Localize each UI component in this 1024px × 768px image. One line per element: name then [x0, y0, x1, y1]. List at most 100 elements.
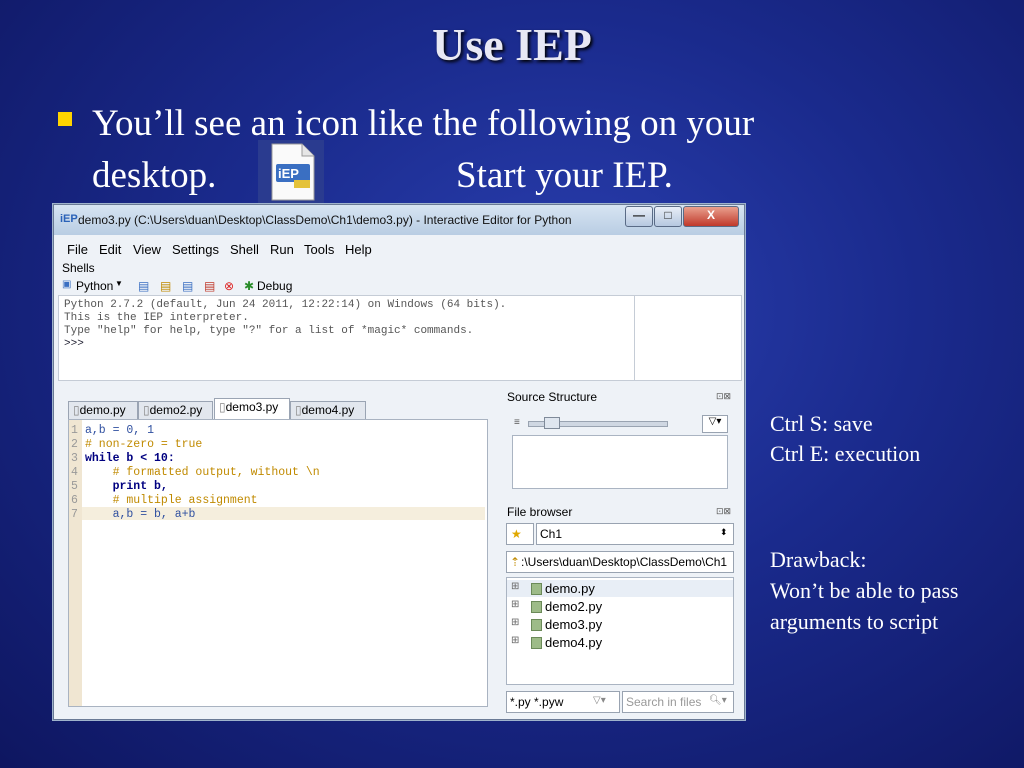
- menu-edit[interactable]: Edit: [99, 242, 121, 257]
- expand-icon[interactable]: ⊞: [511, 617, 519, 628]
- file-icon: ▯: [295, 403, 302, 417]
- restart-icon[interactable]: ▤: [182, 279, 193, 293]
- python-file-icon: [531, 619, 542, 631]
- file-list: ⊞ demo.py ⊞ demo2.py ⊞ demo3.py ⊞ demo4.py: [506, 577, 734, 685]
- line-number: 1: [71, 424, 78, 437]
- code-text: print b,: [85, 480, 168, 493]
- list-icon: ≡: [514, 417, 520, 428]
- code-text: # formatted output, without \n: [85, 466, 320, 479]
- stop-icon[interactable]: ▤: [204, 279, 215, 293]
- tab-label: demo.py: [79, 403, 126, 417]
- debug-button[interactable]: Debug: [257, 279, 292, 293]
- terminate-icon[interactable]: ⊗: [224, 279, 234, 293]
- window-titlebar[interactable]: iEP demo3.py (C:\Users\duan\Desktop\Clas…: [54, 205, 744, 235]
- menu-view[interactable]: View: [133, 242, 161, 257]
- maximize-button[interactable]: □: [654, 206, 682, 227]
- source-structure-title: Source Structure: [507, 390, 598, 404]
- folder-up-icon[interactable]: ⇡: [510, 555, 520, 569]
- star-project-button[interactable]: ★: [506, 523, 534, 545]
- search-icon: 🔍︎▾: [709, 695, 727, 706]
- note-drawback-heading: Drawback:: [770, 547, 867, 572]
- minimize-icon: —: [633, 208, 645, 222]
- code-text: while b < 10:: [85, 452, 175, 465]
- shells-label: Shells: [62, 261, 95, 275]
- shell-toolbar: ▣ Python ▼ ▤ ▤ ▤ ▤ ⊗ ✱ Debug: [58, 277, 740, 296]
- filter-value: *.py *.pyw: [510, 695, 564, 709]
- file-item-demo[interactable]: ⊞ demo.py: [507, 580, 733, 597]
- bullet-text-line1: You’ll see an icon like the following on…: [92, 103, 755, 144]
- note-ctrl-s: Ctrl S: save: [770, 411, 873, 436]
- menu-shell[interactable]: Shell: [230, 242, 259, 257]
- svg-text:iEP: iEP: [278, 166, 299, 181]
- tab-label: demo2.py: [149, 403, 203, 417]
- menu-settings[interactable]: Settings: [172, 242, 219, 257]
- menu-file[interactable]: File: [67, 242, 88, 257]
- file-name: demo3.py: [545, 617, 603, 632]
- iep-desktop-icon: iEP: [258, 140, 324, 204]
- line-number: 7: [71, 508, 78, 521]
- panel-controls-icon[interactable]: ⊡⊠: [716, 506, 731, 517]
- line-number: 6: [71, 494, 78, 507]
- app-icon: iEP: [60, 213, 78, 225]
- project-select[interactable]: Ch1 ⬍: [536, 523, 734, 545]
- file-item-demo2[interactable]: ⊞ demo2.py: [507, 598, 733, 615]
- tab-label: demo4.py: [301, 403, 355, 417]
- expand-icon[interactable]: ⊞: [511, 581, 519, 592]
- panel-controls-icon[interactable]: ⊡⊠: [716, 391, 731, 402]
- search-in-files-input[interactable]: Search in files 🔍︎▾: [622, 691, 734, 713]
- tab-demo2[interactable]: ▯demo2.py: [138, 401, 213, 419]
- path-field[interactable]: ⇡:\Users\duan\Desktop\ClassDemo\Ch1: [506, 551, 734, 573]
- code-text: # multiple assignment: [85, 494, 258, 507]
- tab-label: demo3.py: [225, 400, 279, 414]
- run-selection-icon[interactable]: ▤: [160, 279, 171, 293]
- code-text: a,b = 0, 1: [85, 424, 155, 437]
- structure-filter-button[interactable]: ▽▾: [702, 415, 728, 433]
- slider-handle[interactable]: [544, 417, 560, 429]
- tab-demo4[interactable]: ▯demo4.py: [290, 401, 366, 419]
- bug-icon: ✱: [244, 279, 255, 293]
- shell-icon: ▣: [62, 279, 72, 290]
- file-icon: ▯: [73, 403, 80, 417]
- shell-side-pane: [634, 295, 742, 381]
- tab-demo3[interactable]: ▯demo3.py: [214, 398, 290, 419]
- menu-bar: File Edit View Settings Shell Run Tools …: [54, 239, 744, 259]
- line-number: 3: [71, 452, 78, 465]
- python-file-icon: [531, 601, 542, 613]
- line-number: 2: [71, 438, 78, 451]
- file-filter-select[interactable]: *.py *.pyw ▽▾: [506, 691, 620, 713]
- note-ctrl-e: Ctrl E: execution: [770, 441, 921, 466]
- file-name: demo4.py: [545, 635, 603, 650]
- code-text: a,b = b, a+b: [85, 508, 196, 521]
- menu-tools[interactable]: Tools: [304, 242, 334, 257]
- file-icon: ▯: [143, 403, 150, 417]
- note-drawback-line2: arguments to script: [770, 609, 939, 634]
- bullet-marker: [58, 112, 72, 126]
- start-iep-text: Start your IEP.: [456, 155, 673, 196]
- menu-run[interactable]: Run: [270, 242, 294, 257]
- close-button[interactable]: X: [683, 206, 739, 227]
- note-drawback-line1: Won’t be able to pass: [770, 578, 959, 603]
- expand-icon[interactable]: ⊞: [511, 635, 519, 646]
- file-item-demo3[interactable]: ⊞ demo3.py: [507, 616, 733, 633]
- maximize-icon: □: [664, 208, 672, 222]
- chevron-down-icon[interactable]: ▼: [115, 279, 123, 288]
- shell-output[interactable]: Python 2.7.2 (default, Jun 24 2011, 12:2…: [58, 295, 636, 381]
- expand-icon[interactable]: ⊞: [511, 599, 519, 610]
- code-editor[interactable]: 1 a,b = 0, 1 2 # non-zero = true 3 while b …: [68, 419, 488, 707]
- bullet-text-line2: desktop.: [92, 155, 217, 196]
- shell-line: Python 2.7.2 (default, Jun 24 2011, 12:2…: [64, 299, 507, 311]
- minimize-button[interactable]: —: [625, 206, 653, 227]
- run-file-icon[interactable]: ▤: [138, 279, 149, 293]
- iep-window: iEP demo3.py (C:\Users\duan\Desktop\Clas…: [53, 204, 745, 720]
- menu-help[interactable]: Help: [345, 242, 372, 257]
- shell-prompt: >>>: [64, 338, 84, 350]
- tab-demo[interactable]: ▯demo.py: [68, 401, 138, 419]
- window-title: demo3.py (C:\Users\duan\Desktop\ClassDem…: [78, 213, 572, 227]
- source-structure-view[interactable]: [512, 435, 728, 489]
- code-text: # non-zero = true: [85, 438, 203, 451]
- file-item-demo4[interactable]: ⊞ demo4.py: [507, 634, 733, 651]
- shell-line: Type "help" for help, type "?" for a lis…: [64, 325, 474, 337]
- star-icon: ★: [511, 527, 522, 541]
- shell-tab-python[interactable]: Python: [76, 279, 113, 293]
- path-value: :\Users\duan\Desktop\ClassDemo\Ch1: [521, 555, 728, 569]
